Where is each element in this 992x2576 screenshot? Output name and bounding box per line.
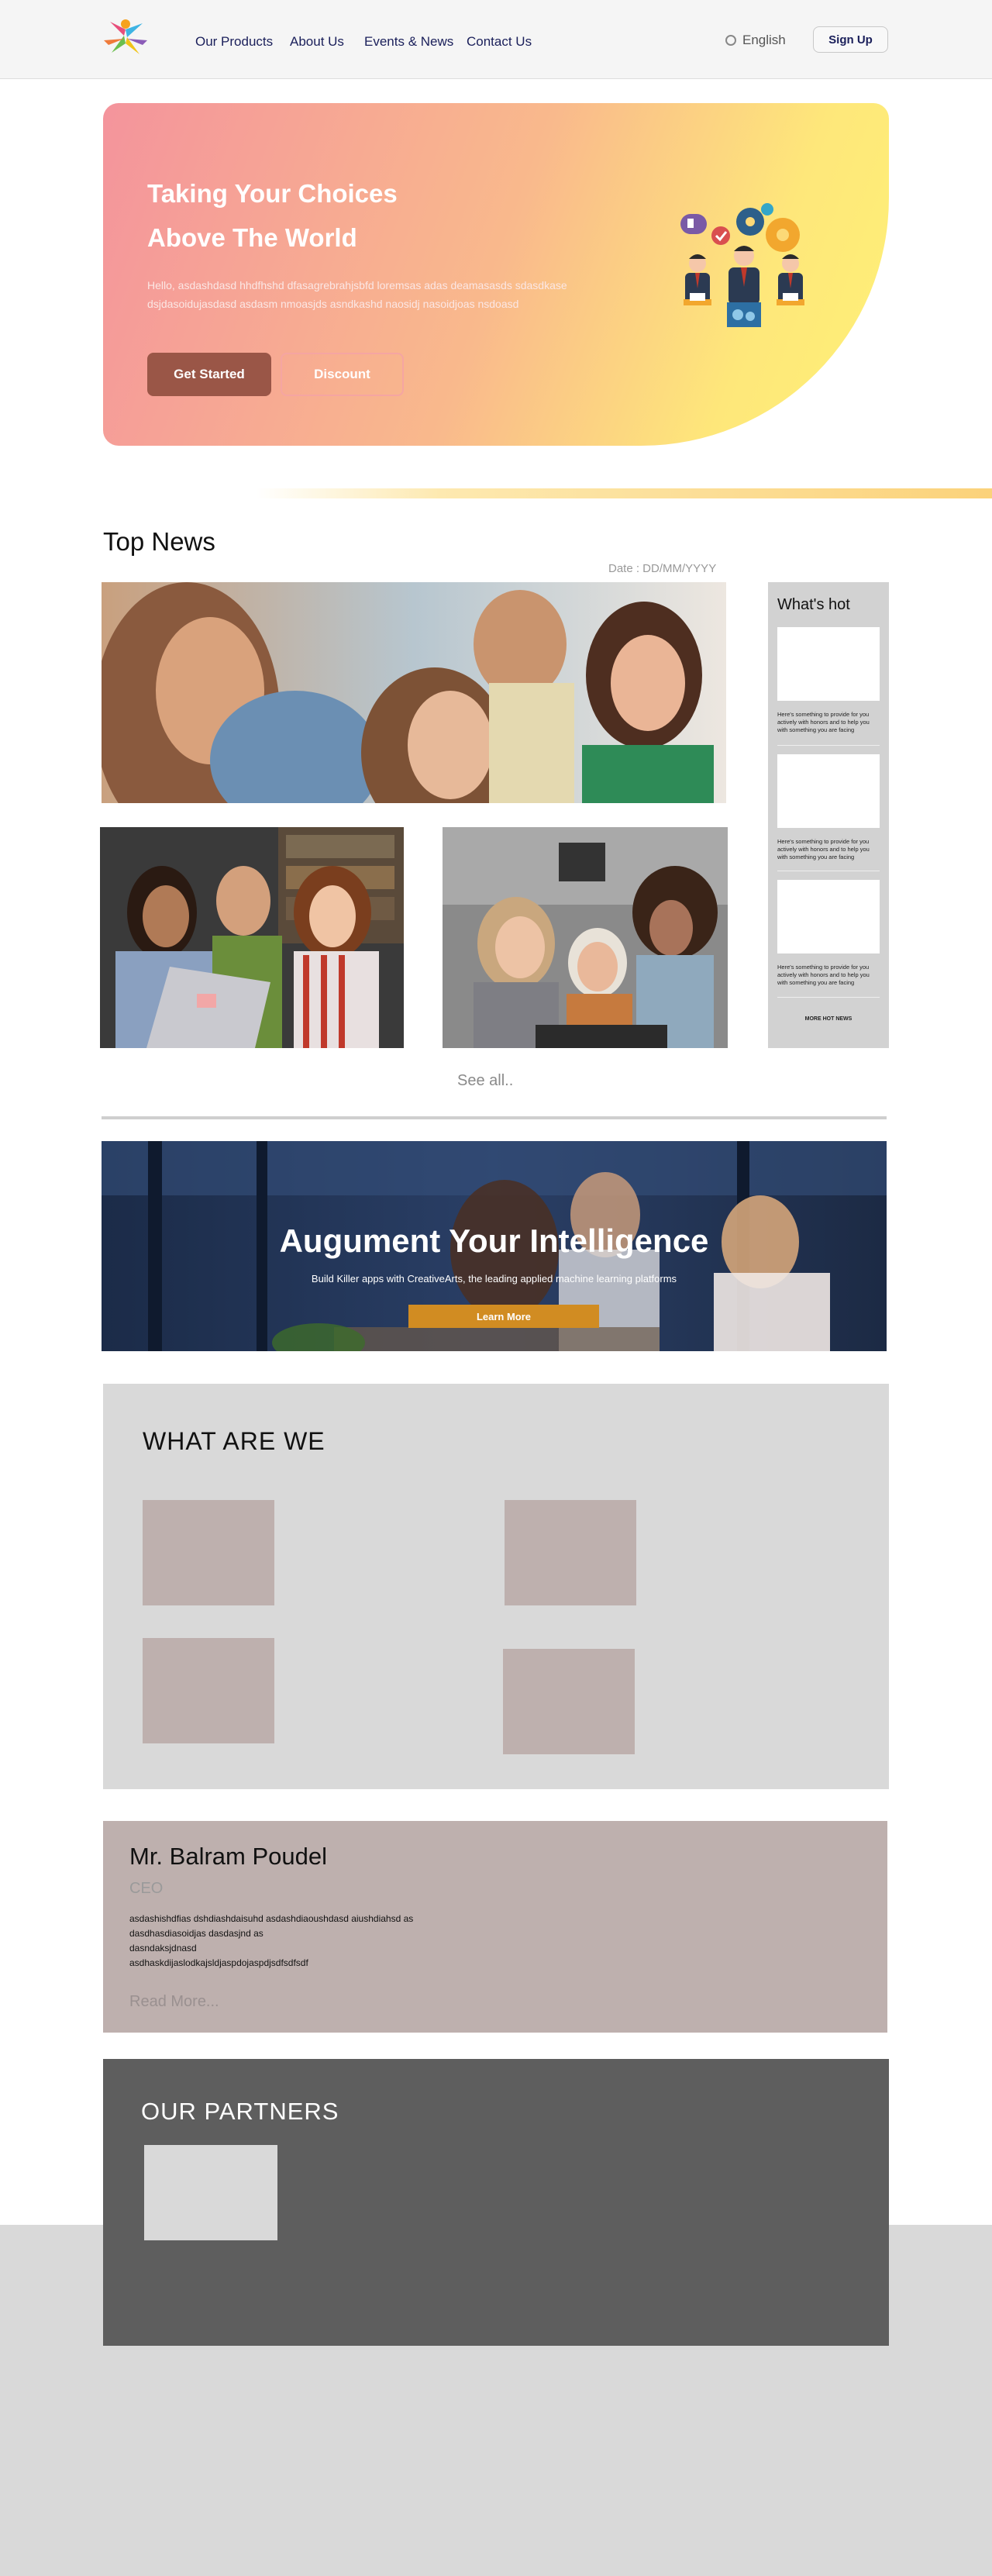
hot-news-text: Here's something to provide for you acti… (777, 964, 870, 986)
feature-placeholder (505, 1500, 636, 1605)
learn-more-button[interactable]: Learn More (408, 1305, 599, 1328)
discount-button[interactable]: Discount (281, 353, 404, 396)
hero-title: Taking Your Choices Above The World (147, 171, 473, 260)
hero-description: Hello, asdashdasd hhdfhshd dfasagrebrahj… (147, 279, 567, 310)
promo-banner: Augument Your Intelligence Build Killer … (102, 1141, 887, 1351)
language-selector[interactable]: English (725, 33, 786, 48)
top-news-title: Top News (103, 527, 215, 556)
nav-events-news[interactable]: Events & News (364, 34, 453, 50)
hot-news-text: Here's something to provide for you acti… (777, 838, 870, 860)
hot-news-image (777, 880, 880, 953)
whats-hot-panel: What's hot Here's something to provide f… (768, 582, 889, 1048)
business-team-illustration (680, 203, 804, 327)
news-photo-main[interactable] (102, 582, 726, 803)
ceo-section: Mr. Balram Poudel CEO asdashishdfias dsh… (103, 1821, 887, 2033)
nav-our-products[interactable]: Our Products (195, 34, 273, 50)
hot-divider (777, 997, 880, 998)
ceo-message-line: asdashishdfias dshdiashdaisuhd asdashdia… (129, 1913, 414, 1924)
read-more-link[interactable]: Read More... (129, 1993, 219, 2011)
ceo-message-line: asdhaskdijaslodkajsldjaspdojaspdjsdfsdfs… (129, 1957, 308, 1968)
hot-news-image (777, 627, 880, 701)
hero-section: Taking Your Choices Above The World Hell… (103, 103, 889, 446)
language-label: English (742, 33, 786, 47)
hero-title-line-1: Taking Your Choices (147, 179, 398, 208)
nav-about-us[interactable]: About Us (290, 34, 344, 50)
banner-title: Augument Your Intelligence (279, 1222, 709, 1259)
ceo-role: CEO (129, 1880, 164, 1897)
get-started-button[interactable]: Get Started (147, 353, 271, 396)
ceo-message: asdashishdfias dshdiashdaisuhd asdashdia… (129, 1912, 455, 1971)
ceo-message-line: dasdhasdiasoidjas dasdasjnd as (129, 1928, 264, 1939)
logo-icon[interactable] (101, 17, 150, 60)
section-divider (102, 1116, 887, 1119)
hot-news-item[interactable]: Here's something to provide for you acti… (777, 754, 880, 861)
partner-logo-placeholder[interactable] (144, 2145, 277, 2240)
hot-divider (777, 745, 880, 746)
site-header: Our Products About Us Events & News Cont… (0, 0, 992, 79)
partners-title: OUR PARTNERS (141, 2098, 339, 2125)
nav-contact-us[interactable]: Contact Us (467, 34, 532, 50)
hot-news-item[interactable]: Here's something to provide for you acti… (777, 627, 880, 734)
hot-news-meta (777, 832, 880, 835)
hot-news-meta (777, 957, 880, 960)
hero-title-line-2: Above The World (147, 223, 357, 252)
feature-placeholder (143, 1638, 274, 1743)
partners-section: OUR PARTNERS (103, 2059, 889, 2346)
globe-icon (725, 35, 736, 46)
see-all-link[interactable]: See all.. (457, 1072, 513, 1090)
feature-placeholder (503, 1649, 635, 1754)
whats-hot-title: What's hot (777, 596, 850, 613)
hot-news-text: Here's something to provide for you acti… (777, 711, 870, 733)
decorative-stripe (256, 488, 992, 498)
what-are-we-title: WHAT ARE WE (143, 1427, 326, 1455)
hot-news-item[interactable]: Here's something to provide for you acti… (777, 880, 880, 987)
news-photo-left[interactable] (100, 827, 404, 1048)
feature-placeholder (143, 1500, 274, 1605)
hot-news-image (777, 754, 880, 828)
hot-news-meta (777, 705, 880, 708)
sign-up-button[interactable]: Sign Up (813, 26, 888, 53)
news-photo-right[interactable] (443, 827, 728, 1048)
what-are-we-section: WHAT ARE WE (103, 1384, 889, 1789)
more-hot-news-link[interactable]: MORE HOT NEWS (768, 1016, 889, 1022)
ceo-name: Mr. Balram Poudel (129, 1843, 327, 1870)
banner-subtitle: Build Killer apps with CreativeArts, the… (311, 1273, 677, 1285)
ceo-message-line: dasndaksjdnasd (129, 1943, 197, 1954)
news-date: Date : DD/MM/YYYY (608, 562, 717, 575)
